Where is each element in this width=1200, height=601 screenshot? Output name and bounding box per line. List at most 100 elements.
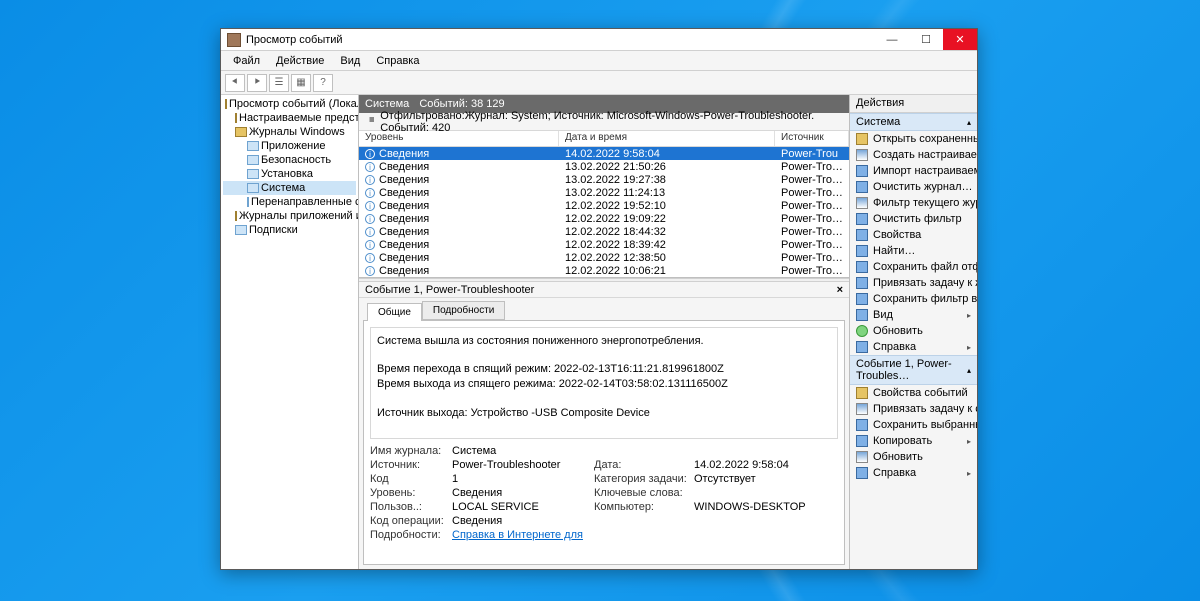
back-button[interactable]: ⯇ [225,74,245,92]
menu-file[interactable]: Файл [225,53,268,69]
tree-item[interactable]: Подписки [223,223,356,237]
tree-item[interactable]: Настраиваемые представ [223,111,356,125]
tab-details[interactable]: Подробности [422,301,505,320]
action-icon [856,293,868,305]
detail-message: Система вышла из состояния пониженного э… [370,327,838,439]
action-item[interactable]: Обновить [850,449,977,465]
action-item[interactable]: Обновить [850,323,977,339]
actions-header: Действия [850,95,977,113]
table-row[interactable]: iСведения13.02.2022 11:24:13Power-Tro… [359,186,849,199]
detail-body: Система вышла из состояния пониженного э… [363,320,845,565]
toolbar-button-3[interactable]: ☰ [269,74,289,92]
action-item[interactable]: Свойства событий [850,385,977,401]
actions-section-event[interactable]: Событие 1, Power-Troubles…▴ [850,355,977,385]
col-level[interactable]: Уровень [359,131,559,146]
action-item[interactable]: Сохранить фильтр в н… [850,291,977,307]
event-count: Событий: 38 129 [419,98,504,110]
minimize-button[interactable]: — [875,29,909,50]
toolbar: ⯇ ⯈ ☰ ▦ ? [221,71,977,95]
action-icon [856,403,868,415]
tree-item[interactable]: Журналы Windows [223,125,356,139]
close-button[interactable]: ✕ [943,29,977,50]
action-icon [856,197,868,209]
info-icon: i [365,175,375,185]
action-item[interactable]: Сохранить выбранные… [850,417,977,433]
detail-close-button[interactable]: × [837,284,843,296]
col-source[interactable]: Источник [775,131,849,146]
app-icon [227,33,241,47]
tree-item[interactable]: Безопасность [223,153,356,167]
action-item[interactable]: Фильтр текущего жур… [850,195,977,211]
action-item[interactable]: Найти… [850,243,977,259]
action-item[interactable]: Справка▸ [850,465,977,481]
toolbar-button-4[interactable]: ▦ [291,74,311,92]
action-item[interactable]: Сохранить файл отфи… [850,259,977,275]
table-row[interactable]: iСведения13.02.2022 21:50:26Power-Tro… [359,160,849,173]
menu-view[interactable]: Вид [332,53,368,69]
grid-header[interactable]: Уровень Дата и время Источник [359,131,849,147]
action-icon [856,261,868,273]
action-icon [856,309,868,321]
action-item[interactable]: Вид▸ [850,307,977,323]
maximize-button[interactable]: ☐ [909,29,943,50]
actions-section-system[interactable]: Система▴ [850,113,977,131]
tree-item-system[interactable]: Система [223,181,356,195]
action-item[interactable]: Очистить фильтр [850,211,977,227]
tree-root[interactable]: Просмотр событий (Локальн [223,97,356,111]
table-row[interactable]: iСведения12.02.2022 19:09:22Power-Tro… [359,212,849,225]
tree-item[interactable]: Приложение [223,139,356,153]
content-area: Просмотр событий (Локальн Настраиваемые … [221,95,977,569]
table-row[interactable]: iСведения12.02.2022 18:39:42Power-Tro… [359,238,849,251]
detail-title-bar: Событие 1, Power-Troubleshooter × [359,282,849,298]
tree-item[interactable]: Перенаправленные соб [223,195,356,209]
detail-pane: Событие 1, Power-Troubleshooter × Общие … [359,282,849,569]
titlebar[interactable]: Просмотр событий — ☐ ✕ [221,29,977,51]
table-row[interactable]: iСведения12.02.2022 10:06:21Power-Tro… [359,264,849,277]
tree-item[interactable]: Установка [223,167,356,181]
action-item[interactable]: Копировать▸ [850,433,977,449]
action-icon [856,229,868,241]
help-button[interactable]: ? [313,74,333,92]
action-item[interactable]: Очистить журнал… [850,179,977,195]
action-item[interactable]: Свойства [850,227,977,243]
info-icon: i [365,201,375,211]
tree-item[interactable]: Журналы приложений и сл [223,209,356,223]
action-icon [856,181,868,193]
window-title: Просмотр событий [246,34,875,46]
action-icon [856,435,868,447]
table-row[interactable]: iСведения12.02.2022 19:52:10Power-Tro… [359,199,849,212]
action-icon [856,213,868,225]
info-icon: i [365,188,375,198]
info-icon: i [365,266,375,276]
action-icon [856,451,868,463]
action-item[interactable]: Привязать задачу к со… [850,401,977,417]
help-link[interactable]: Справка в Интернете для [452,529,583,541]
detail-tabs: Общие Подробности [359,298,849,320]
log-name: Система [365,98,409,110]
info-icon: i [365,149,375,159]
action-icon [856,467,868,479]
table-row[interactable]: iСведения12.02.2022 18:44:32Power-Tro… [359,225,849,238]
col-date[interactable]: Дата и время [559,131,775,146]
menu-action[interactable]: Действие [268,53,332,69]
info-icon: i [365,214,375,224]
grid-body[interactable]: iСведения14.02.2022 9:58:04Power-TrouiСв… [359,147,849,277]
event-viewer-window: Просмотр событий — ☐ ✕ Файл Действие Вид… [220,28,978,570]
action-icon [856,165,868,177]
table-row[interactable]: iСведения12.02.2022 12:38:50Power-Tro… [359,251,849,264]
info-icon: i [365,253,375,263]
table-row[interactable]: iСведения14.02.2022 9:58:04Power-Trou [359,147,849,160]
menubar: Файл Действие Вид Справка [221,51,977,71]
info-icon: i [365,240,375,250]
action-item[interactable]: Создать настраиваемо… [850,147,977,163]
tab-general[interactable]: Общие [367,303,422,321]
action-item[interactable]: Открыть сохраненный… [850,131,977,147]
tree-pane[interactable]: Просмотр событий (Локальн Настраиваемые … [221,95,359,569]
forward-button[interactable]: ⯈ [247,74,267,92]
action-item[interactable]: Привязать задачу к жу… [850,275,977,291]
info-icon: i [365,162,375,172]
action-item[interactable]: Импорт настраиваемо… [850,163,977,179]
table-row[interactable]: iСведения13.02.2022 19:27:38Power-Tro… [359,173,849,186]
menu-help[interactable]: Справка [368,53,427,69]
action-item[interactable]: Справка▸ [850,339,977,355]
